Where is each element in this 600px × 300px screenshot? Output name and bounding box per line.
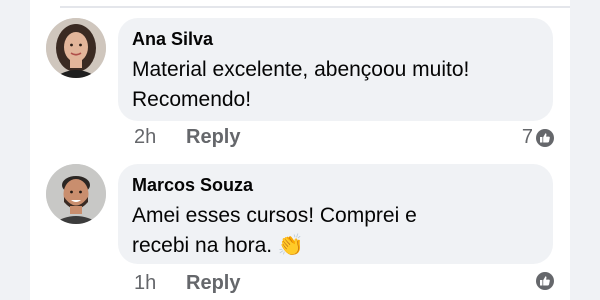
reaction-summary[interactable] xyxy=(533,272,554,290)
comment-text: Amei esses cursos! Comprei e recebi na h… xyxy=(132,204,417,257)
like-count: 7 xyxy=(521,126,533,148)
comment-author[interactable]: Marcos Souza xyxy=(132,174,537,196)
comment-time[interactable]: 2h xyxy=(134,126,186,149)
thumbs-up-icon xyxy=(536,128,554,147)
divider xyxy=(60,6,570,8)
comment-meta: 2h Reply xyxy=(134,126,240,149)
reply-button[interactable]: Reply xyxy=(186,126,240,149)
comment-bubble: Marcos Souza Amei esses cursos! Comprei … xyxy=(118,164,553,264)
avatar[interactable] xyxy=(46,18,106,78)
avatar[interactable] xyxy=(46,164,106,224)
comment-meta: 1h Reply xyxy=(134,272,240,295)
comment-time[interactable]: 1h xyxy=(134,272,186,295)
comment-text: Material excelente, abençoou muito! Reco… xyxy=(132,58,470,111)
comments-panel: Ana Silva Material excelente, abençoou m… xyxy=(30,0,570,300)
comment-bubble: Ana Silva Material excelente, abençoou m… xyxy=(118,18,553,121)
comment-author[interactable]: Ana Silva xyxy=(132,28,537,50)
reaction-summary[interactable]: 7 xyxy=(522,126,554,149)
reply-button[interactable]: Reply xyxy=(186,272,240,295)
thumbs-up-icon xyxy=(536,272,554,290)
